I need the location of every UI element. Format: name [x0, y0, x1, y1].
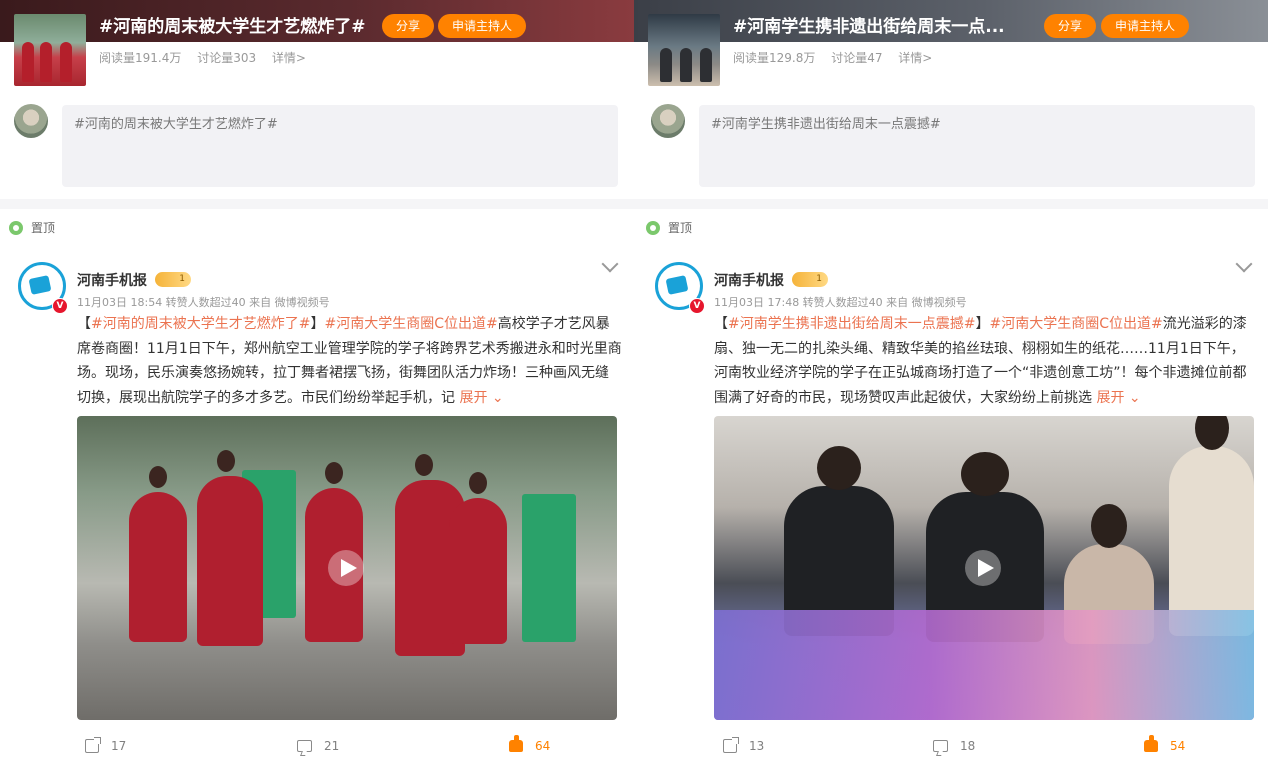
comment-count: 21 [324, 739, 340, 753]
like-count: 54 [1170, 739, 1186, 753]
detail-link[interactable]: 详情> [898, 51, 932, 65]
read-count: 阅读量129.8万 [733, 51, 816, 65]
post-meta: 11月03日 17:48 转赞人数超过40 来自 微博视频号 [714, 296, 967, 309]
event-poster [522, 494, 576, 642]
weibo-topic-column-right: #河南学生携非遗出街给周末一点... 分享 申请主持人 阅读量129.8万 讨论… [634, 0, 1268, 763]
thumbnail-figure [680, 48, 692, 82]
apply-host-button[interactable]: 申请主持人 [438, 14, 526, 38]
expand-label: 展开 [1096, 389, 1125, 406]
member-crown-icon: 1 [155, 272, 191, 287]
verified-badge-icon: V [52, 298, 68, 314]
member-crown-icon: 1 [792, 272, 828, 287]
pinned-label: 置顶 [9, 219, 55, 236]
hashtag-link[interactable]: #河南学生携非遗出街给周末一点震撼# [728, 316, 975, 332]
video-player[interactable] [77, 416, 617, 720]
dancer [129, 466, 187, 642]
post-body: 【#河南的周末被大学生才艺燃炸了#】#河南大学生商圈C位出道#高校学子才艺风暴席… [77, 312, 622, 410]
hashtag-link[interactable]: #河南大学生商圈C位出道# [324, 316, 497, 332]
thumbnail-figure [60, 42, 72, 82]
pin-icon [9, 220, 23, 235]
chevron-down-icon: ⌄ [1124, 389, 1141, 406]
dancer [197, 450, 263, 646]
craft-table [714, 610, 1254, 720]
comment-icon [297, 740, 312, 752]
topic-thumbnail[interactable] [14, 14, 86, 86]
chevron-down-icon: ⌄ [487, 389, 504, 406]
compose-input[interactable]: #河南的周末被大学生才艺燃炸了# [62, 105, 618, 187]
author-name[interactable]: 河南手机报 [77, 270, 147, 290]
author-name[interactable]: 河南手机报 [714, 270, 784, 290]
text-bracket: 】 [310, 316, 325, 332]
video-player[interactable] [714, 416, 1254, 720]
comment-icon [933, 740, 948, 752]
repost-icon [85, 737, 101, 753]
share-button[interactable]: 分享 [1044, 14, 1096, 38]
pinned-text: 置顶 [31, 221, 56, 235]
section-divider [0, 199, 634, 209]
thumbs-up-icon [1144, 735, 1158, 752]
thumbnail-figure [40, 42, 52, 82]
thumbs-up-icon [509, 735, 523, 752]
pinned-text: 置顶 [668, 221, 693, 235]
dancer [449, 472, 507, 644]
expand-link[interactable]: 展开 ⌄ [1096, 390, 1140, 406]
apply-host-button[interactable]: 申请主持人 [1101, 14, 1189, 38]
hashtag-link[interactable]: #河南大学生商圈C位出道# [989, 316, 1162, 332]
pinned-label: 置顶 [646, 219, 692, 236]
post-meta: 11月03日 18:54 转赞人数超过40 来自 微博视频号 [77, 296, 330, 309]
user-avatar[interactable] [651, 104, 685, 138]
verified-badge-icon: V [689, 298, 705, 314]
compose-input[interactable]: #河南学生携非遗出街给周末一点震撼# [699, 105, 1255, 187]
play-icon[interactable] [965, 550, 1001, 586]
section-divider [634, 199, 1268, 209]
weibo-topic-column-left: #河南的周末被大学生才艺燃炸了# 分享 申请主持人 阅读量191.4万 讨论量3… [0, 0, 634, 763]
comment-count: 18 [960, 739, 976, 753]
adult-figure [1169, 416, 1254, 636]
expand-link[interactable]: 展开 ⌄ [459, 390, 503, 406]
pin-icon [646, 220, 660, 235]
topic-thumbnail[interactable] [648, 14, 720, 86]
discussion-count: 讨论量303 [197, 51, 257, 65]
thumbnail-figure [660, 48, 672, 82]
comment-button[interactable]: 18 [933, 739, 975, 753]
expand-label: 展开 [459, 389, 488, 406]
thumbnail-figure [700, 48, 712, 82]
like-count: 64 [535, 739, 551, 753]
like-button[interactable]: 64 [509, 735, 551, 753]
topic-title: #河南的周末被大学生才艺燃炸了# [99, 17, 366, 37]
topic-title: #河南学生携非遗出街给周末一点... [733, 17, 1005, 37]
text-bracket: 】 [975, 316, 990, 332]
repost-button[interactable]: 17 [85, 737, 127, 753]
detail-link[interactable]: 详情> [272, 51, 306, 65]
thumbnail-figure [22, 42, 34, 82]
repost-button[interactable]: 13 [723, 737, 765, 753]
like-button[interactable]: 54 [1144, 735, 1186, 753]
repost-icon [723, 737, 739, 753]
repost-count: 13 [749, 739, 765, 753]
discussion-count: 讨论量47 [831, 51, 883, 65]
topic-stats: 阅读量191.4万 讨论量303 详情> [99, 49, 318, 66]
read-count: 阅读量191.4万 [99, 51, 182, 65]
topic-stats: 阅读量129.8万 讨论量47 详情> [733, 49, 944, 66]
repost-count: 17 [111, 739, 127, 753]
play-icon[interactable] [328, 550, 364, 586]
chevron-down-icon[interactable] [1235, 255, 1253, 273]
comment-button[interactable]: 21 [297, 739, 339, 753]
share-button[interactable]: 分享 [382, 14, 434, 38]
post-body: 【#河南学生携非遗出街给周末一点震撼#】#河南大学生商圈C位出道#流光溢彩的漆扇… [714, 312, 1254, 410]
text-bracket: 【 [77, 316, 91, 332]
text-bracket: 【 [714, 316, 728, 332]
hashtag-link[interactable]: #河南的周末被大学生才艺燃炸了# [91, 316, 310, 332]
chevron-down-icon[interactable] [601, 255, 619, 273]
user-avatar[interactable] [14, 104, 48, 138]
